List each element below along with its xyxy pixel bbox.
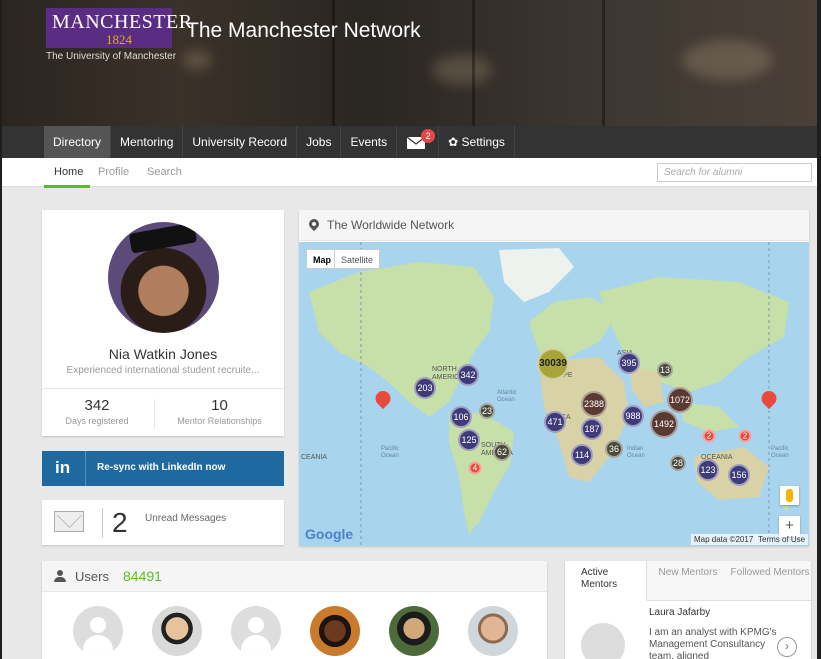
alumni-search-input[interactable]: Search for alumni — [657, 163, 812, 182]
google-logo: Google — [305, 526, 354, 542]
user-avatar[interactable] — [73, 606, 123, 656]
cluster-marker[interactable]: 1492 — [650, 410, 678, 438]
user-avatar[interactable] — [310, 606, 360, 656]
cluster-marker[interactable]: 156 — [728, 464, 750, 486]
cluster-marker[interactable]: 187 — [581, 418, 603, 440]
cluster-marker[interactable]: 988 — [622, 405, 644, 427]
label-atlantic: Atlantic Ocean — [497, 390, 517, 403]
stat-days-value: 342 — [84, 397, 110, 414]
user-avatar[interactable] — [231, 606, 281, 656]
envelope-icon — [54, 503, 84, 532]
map-title: The Worldwide Network — [327, 218, 455, 232]
label-pacific-right: Pacific Ocean — [771, 446, 789, 459]
stat-mentor-label: Mentor Relationships — [177, 416, 262, 426]
app-frame: MANCHESTER 1824 The University of Manche… — [2, 0, 817, 659]
label-indian: Indian Ocean — [627, 446, 645, 459]
unread-label: Unread Messages — [145, 513, 227, 524]
cluster-marker[interactable]: 106 — [450, 406, 472, 428]
users-label: Users — [75, 569, 109, 584]
gear-icon: ✿ — [448, 135, 459, 149]
mail-badge: 2 — [421, 129, 436, 143]
subnav-home[interactable]: Home — [54, 166, 83, 178]
unread-messages-card[interactable]: 2 Unread Messages — [42, 500, 284, 545]
tab-new-mentors[interactable]: New Mentors — [647, 561, 729, 601]
nav-settings[interactable]: ✿ Settings — [439, 126, 515, 158]
main-nav: Directory Mentoring University Record Jo… — [2, 126, 817, 158]
cluster-marker[interactable]: 13 — [657, 362, 673, 378]
logo-word: MANCHESTER — [52, 11, 193, 33]
map-type-satellite[interactable]: Satellite — [334, 249, 381, 269]
linkedin-label: Re-sync with LinkedIn now — [97, 462, 226, 473]
mentor-name[interactable]: Laura Jafarby — [649, 607, 710, 618]
cluster-marker[interactable]: 342 — [457, 364, 479, 386]
stat-mentor: 10 Mentor Relationships — [155, 397, 284, 426]
user-avatar[interactable] — [152, 606, 202, 656]
map-marker-icon — [306, 216, 322, 232]
cluster-marker[interactable]: 2388 — [581, 391, 607, 417]
chevron-right-icon[interactable]: › — [777, 637, 797, 657]
tab-followed-mentors[interactable]: Followed Mentors — [729, 561, 811, 601]
users-card: Users 84491 — [42, 561, 547, 659]
cluster-marker[interactable]: 30039 — [537, 348, 569, 380]
cluster-marker[interactable]: 4 — [468, 461, 482, 475]
cluster-marker[interactable]: 2 — [738, 429, 752, 443]
unread-count: 2 — [112, 507, 128, 538]
profile-tagline: Experienced international student recrui… — [66, 365, 260, 376]
users-count: 84491 — [123, 568, 162, 584]
tab-active-mentors[interactable]: Active Mentors — [565, 561, 647, 601]
profile-name[interactable]: Nia Watkin Jones — [42, 346, 284, 362]
cluster-marker[interactable]: 36 — [605, 440, 623, 458]
user-avatar[interactable] — [468, 606, 518, 656]
stat-days-label: Days registered — [65, 416, 129, 426]
mentor-avatar[interactable] — [581, 623, 625, 659]
linkedin-icon: in — [55, 458, 71, 477]
nav-messages[interactable]: 2 — [397, 126, 440, 158]
site-title: The Manchester Network — [186, 19, 421, 42]
cluster-marker[interactable]: 2 — [702, 429, 716, 443]
cluster-marker[interactable]: 125 — [458, 429, 480, 451]
user-icon — [54, 570, 66, 582]
stat-days: 342 Days registered — [42, 397, 152, 426]
nav-university-record[interactable]: University Record — [183, 126, 298, 158]
cluster-marker[interactable]: 62 — [493, 443, 511, 461]
subnav-search[interactable]: Search — [147, 166, 182, 178]
cluster-marker[interactable]: 28 — [670, 455, 686, 471]
mentors-card: Active Mentors New Mentors Followed Ment… — [565, 561, 811, 659]
nav-directory[interactable]: Directory — [44, 126, 112, 158]
label-oceania-left: CEANIA — [301, 454, 328, 461]
profile-card: Nia Watkin Jones Experienced internation… — [42, 210, 284, 436]
nav-events[interactable]: Events — [341, 126, 398, 158]
cluster-marker[interactable]: 123 — [697, 459, 719, 481]
cluster-marker[interactable]: 23 — [479, 403, 495, 419]
label-pacific-left: Pacific Ocean — [381, 446, 399, 459]
settings-label: Settings — [461, 135, 505, 149]
cluster-marker[interactable]: 395 — [618, 352, 640, 374]
profile-avatar[interactable] — [108, 222, 219, 333]
terms-of-use-link[interactable]: Terms of Use — [755, 534, 809, 545]
map-attribution: Map data ©2017 — [691, 534, 757, 545]
mentor-bio: I am an analyst with KPMG's Management C… — [649, 627, 777, 659]
stat-mentor-value: 10 — [211, 397, 228, 414]
nav-mentoring[interactable]: Mentoring — [111, 126, 184, 158]
world-map[interactable]: Map Satellite NORTH AMERICA EUROPE ASIA … — [299, 242, 809, 546]
cluster-marker[interactable]: 1072 — [667, 387, 693, 413]
nav-jobs[interactable]: Jobs — [297, 126, 342, 158]
active-tab-underline — [44, 185, 90, 188]
user-avatar[interactable] — [389, 606, 439, 656]
street-view-pegman-icon[interactable] — [780, 486, 799, 505]
cluster-marker[interactable]: 471 — [544, 411, 566, 433]
university-logo[interactable]: MANCHESTER 1824 — [46, 8, 192, 48]
cluster-marker[interactable]: 203 — [414, 377, 436, 399]
profile-stats: 342 Days registered 10 Mentor Relationsh… — [42, 388, 284, 436]
logo-year: 1824 — [106, 32, 132, 47]
linkedin-resync-button[interactable]: in Re-sync with LinkedIn now — [42, 451, 284, 486]
worldwide-network-card: The Worldwide Network Map Satellite NORT… — [299, 210, 809, 546]
cluster-marker[interactable]: 114 — [571, 444, 593, 466]
university-name: The University of Manchester — [46, 51, 177, 62]
subnav-profile[interactable]: Profile — [98, 166, 129, 178]
header-banner: MANCHESTER 1824 The University of Manche… — [2, 0, 817, 126]
